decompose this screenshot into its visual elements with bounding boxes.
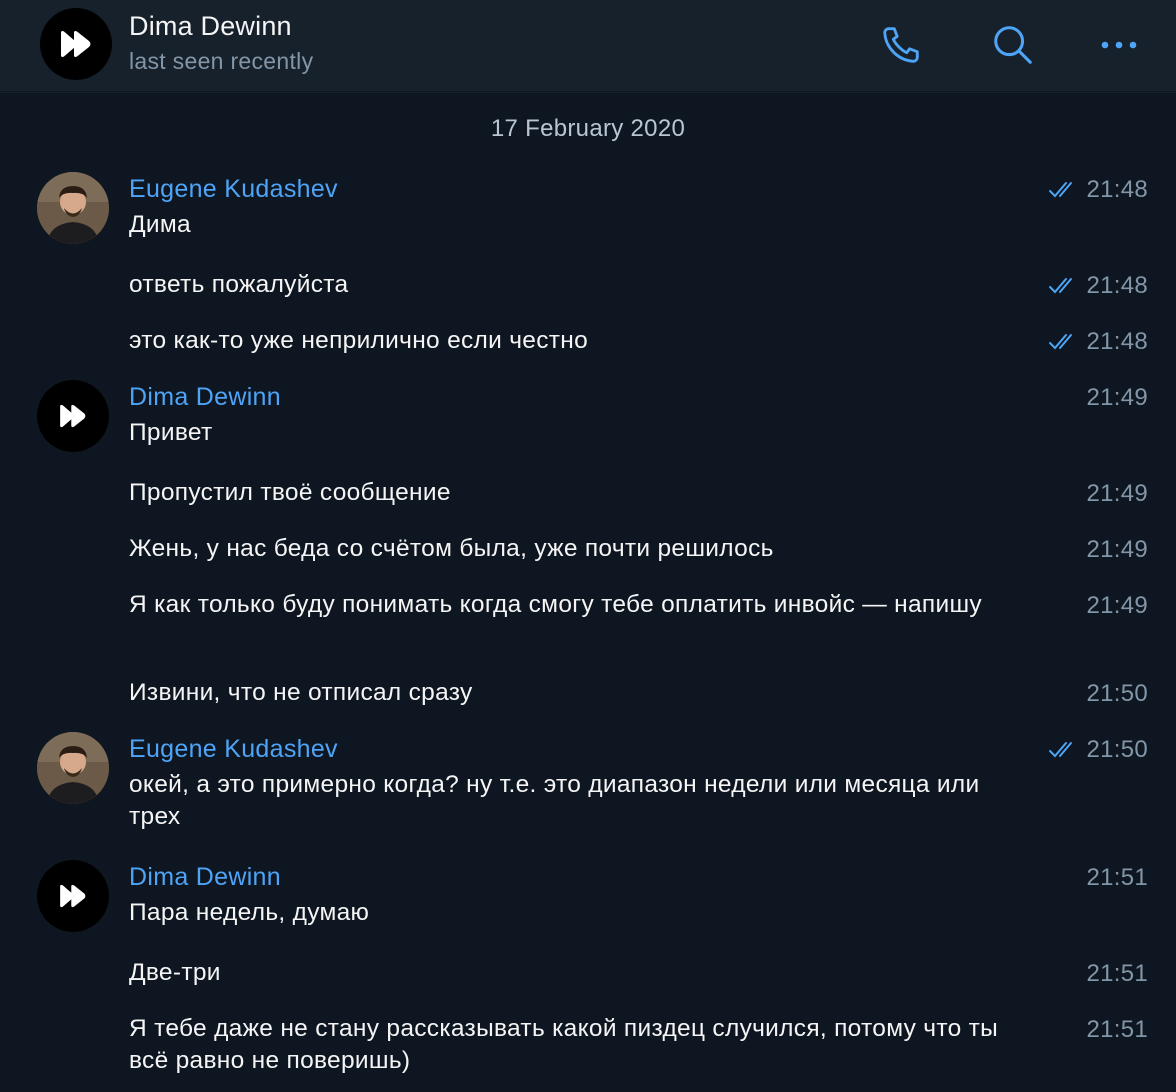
message-text: Я как только буду понимать когда смогу т… [129,591,982,618]
message-sender[interactable]: Eugene Kudashev [129,735,338,764]
message-text: окей, а это примерно когда? ну т.е. это … [129,771,980,830]
avatar-eugene[interactable] [37,172,109,244]
message-text: Жень, у нас беда со счётом была, уже поч… [129,535,774,562]
message-sender[interactable]: Eugene Kudashev [129,175,338,204]
message-text: это как-то уже неприлично если честно [129,327,589,354]
message-text: Пара недель, думаю [129,899,370,926]
message-text: Я тебе даже не стану рассказывать какой … [129,1015,999,1074]
message-time: 21:48 [1048,272,1148,300]
message-time: 21:49 [1086,384,1148,411]
message-time: 21:50 [1086,680,1148,707]
phone-icon[interactable] [876,20,926,70]
avatar-eugene[interactable] [37,732,109,804]
message-text: Пропустил твоё сообщение [129,479,451,506]
message-time: 21:50 [1048,736,1148,764]
message-text: Дима [129,211,191,238]
message-text: Две-три [129,959,221,986]
contact-status: last seen recently [129,48,314,74]
double-check-icon [1048,740,1080,760]
double-check-icon [1048,180,1080,200]
message-time: 21:48 [1048,176,1148,204]
message-time: 21:49 [1086,536,1148,563]
message-text: Извини, что не отписал сразу [129,679,473,706]
message-text: Привет [129,419,213,446]
message-time: 21:51 [1086,960,1148,987]
message-sender[interactable]: Dima Dewinn [129,383,281,412]
message-text: ответь пожалуйста [129,271,349,298]
date-separator: 17 February 2020 [490,115,686,142]
fast-forward-icon [60,404,86,428]
message-time: 21:48 [1048,328,1148,356]
contact-name[interactable]: Dima Dewinn [129,11,292,42]
user-photo-icon [37,732,109,804]
chat-header: Dima Dewinn last seen recently [0,0,1176,92]
fast-forward-icon [60,884,86,908]
double-check-icon [1048,276,1080,296]
message-time: 21:49 [1086,480,1148,507]
message-list[interactable]: 17 February 2020 Eugene Kudashev 21:48 Д… [0,93,1176,1092]
more-icon[interactable] [1094,20,1144,70]
message-sender[interactable]: Dima Dewinn [129,863,281,892]
search-icon[interactable] [988,20,1038,70]
user-photo-icon [37,172,109,244]
contact-avatar[interactable] [40,8,112,80]
double-check-icon [1048,332,1080,352]
fast-forward-icon [61,31,91,57]
avatar-dima[interactable] [37,380,109,452]
message-time: 21:51 [1086,1016,1148,1043]
message-time: 21:49 [1086,592,1148,619]
message-time: 21:51 [1086,864,1148,891]
avatar-dima[interactable] [37,860,109,932]
